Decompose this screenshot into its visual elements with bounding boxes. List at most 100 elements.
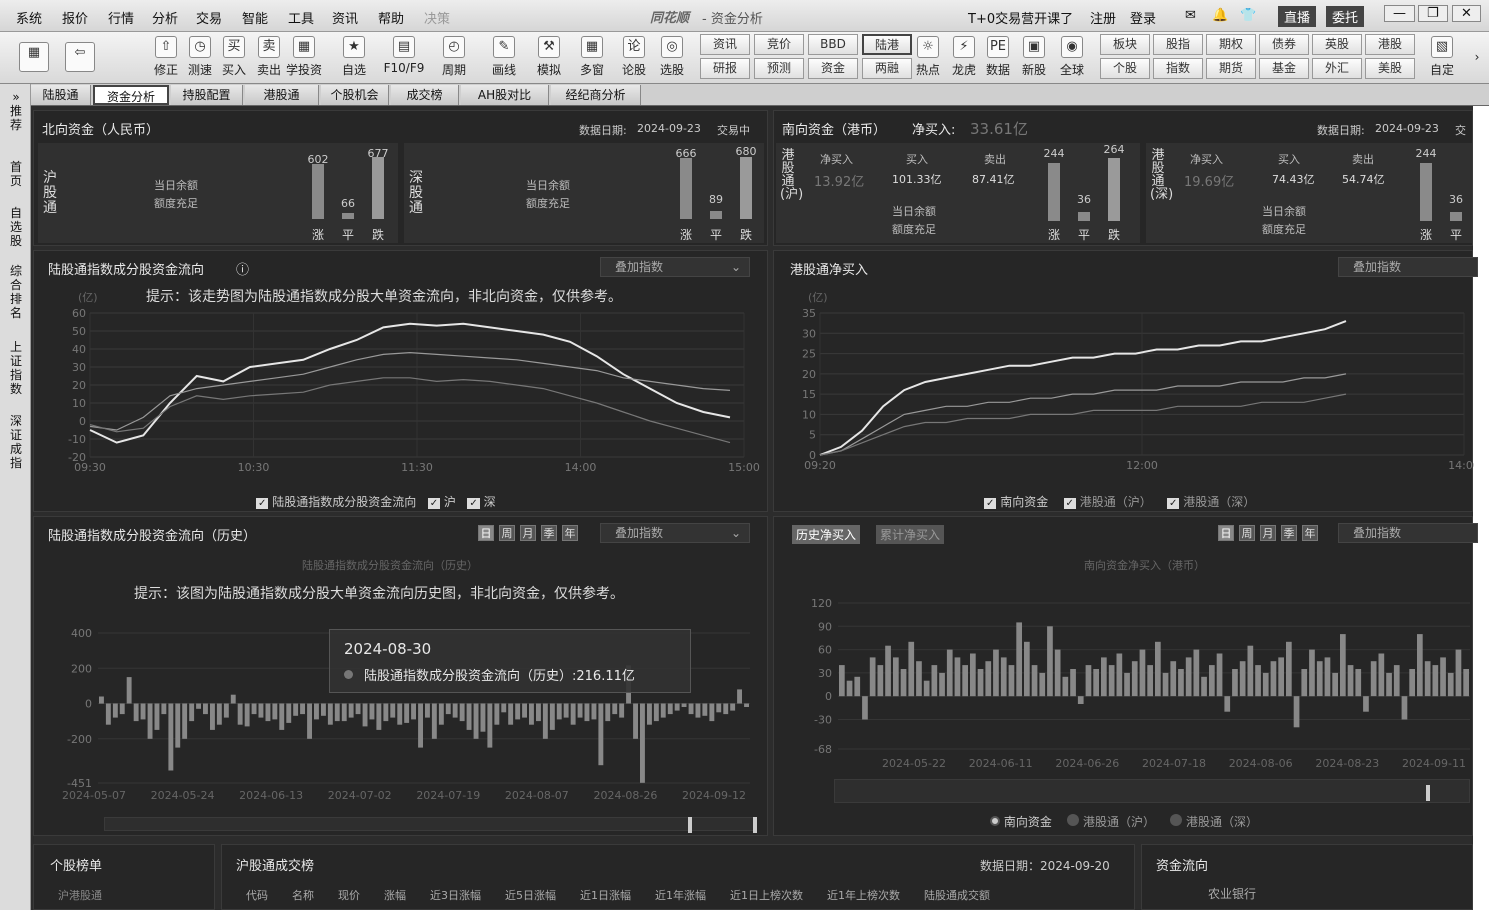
table-column-header[interactable]: 名称 — [292, 889, 314, 902]
toolbar-small-button[interactable]: 竞价 — [754, 34, 804, 55]
promo-link[interactable]: T+0交易营开课了 — [968, 8, 1073, 27]
chart4-zoom-slider[interactable] — [834, 779, 1470, 803]
toolbar-button[interactable]: ▦ 多窗 — [570, 34, 614, 82]
table-column-header[interactable]: 现价 — [338, 889, 360, 902]
toolbar-small-button[interactable]: 预测 — [754, 58, 804, 79]
table-column-header[interactable]: 陆股通成交额 — [924, 889, 990, 902]
toolbar-small-button[interactable]: 英股 — [1312, 34, 1362, 55]
layout-icon[interactable]: ▦ — [18, 34, 50, 82]
toolbar-button[interactable]: ◉ 全球 — [1052, 34, 1092, 82]
toolbar-button[interactable]: ★ 自选 — [332, 34, 376, 82]
toolbar-button[interactable]: ⚒ 模拟 — [527, 34, 571, 82]
checkbox[interactable]: ✓ — [984, 498, 997, 509]
table-column-header[interactable]: 近3日涨幅 — [430, 889, 481, 902]
sidebar-item[interactable]: 首页 — [8, 160, 24, 188]
toolbar-button[interactable]: ▦ 学投资 — [282, 34, 326, 82]
checkbox[interactable]: ✓ — [1167, 498, 1180, 509]
table-column-header[interactable]: 近1日涨幅 — [580, 889, 631, 902]
restore-button[interactable]: ❐ — [1418, 5, 1448, 22]
slider-handle-left[interactable] — [688, 817, 692, 833]
tab-item[interactable]: 经纪商分析 — [551, 85, 641, 105]
tab-item[interactable]: 资金分析 — [93, 85, 169, 105]
checkbox[interactable]: ✓ — [256, 498, 269, 509]
tab-item[interactable]: 持股配置 — [171, 85, 243, 105]
toolbar-small-button[interactable]: 美股 — [1365, 58, 1415, 79]
toolbar-button[interactable]: ▤ F10/F9 — [382, 34, 426, 82]
toolbar-button[interactable]: ◎ 选股 — [650, 34, 694, 82]
toolbar-small-button[interactable]: BBD — [808, 34, 858, 55]
menu-item[interactable]: 行情 — [108, 8, 134, 27]
menu-item[interactable]: 报价 — [62, 8, 88, 27]
slider-handle-right[interactable] — [753, 817, 757, 833]
toolbar-small-button[interactable]: 指数 — [1153, 58, 1203, 79]
checkbox[interactable]: ✓ — [427, 498, 441, 509]
menu-item[interactable]: 帮助 — [378, 8, 404, 27]
toolbar-small-button[interactable]: 研报 — [700, 58, 750, 79]
rank-subtitle[interactable]: 沪港股通 — [58, 887, 102, 903]
toolbar-small-button[interactable]: 陆港 — [862, 34, 912, 55]
toolbar-small-button[interactable]: 资讯 — [700, 34, 750, 55]
tab-item[interactable]: 港股通 — [245, 85, 319, 105]
sidebar-item[interactable]: 深证成指 — [8, 414, 24, 470]
checkbox[interactable]: ✓ — [1063, 498, 1076, 509]
register-link[interactable]: 注册 — [1090, 8, 1116, 27]
toolbar-button[interactable]: ◴ 周期 — [432, 34, 476, 82]
toolbar-button[interactable]: ✎ 画线 — [482, 34, 526, 82]
menu-item[interactable]: 智能 — [242, 8, 268, 27]
table-column-header[interactable]: 近5日涨幅 — [505, 889, 556, 902]
toolbar-button[interactable]: PE 数据 — [978, 34, 1018, 82]
radio[interactable] — [1067, 814, 1080, 826]
sidebar-expand-icon[interactable]: » — [8, 90, 24, 104]
checkbox[interactable]: ✓ — [467, 498, 480, 509]
sidebar-item[interactable]: 推荐 — [8, 104, 24, 132]
tab-item[interactable]: 陆股通 — [31, 85, 91, 105]
flow-item[interactable]: 农业银行 — [1208, 885, 1256, 902]
login-link[interactable]: 登录 — [1130, 8, 1156, 27]
radio-selected[interactable] — [990, 816, 1000, 826]
table-column-header[interactable]: 近1日上榜次数 — [730, 889, 803, 902]
sidebar-item[interactable]: 自选股 — [8, 206, 24, 248]
toolbar-small-button[interactable]: 外汇 — [1312, 58, 1362, 79]
toolbar-small-button[interactable]: 资金 — [808, 58, 858, 79]
menu-item[interactable]: 决策 — [424, 8, 450, 27]
bell-icon[interactable]: 🔔 — [1212, 8, 1228, 23]
table-column-header[interactable]: 近1年上榜次数 — [827, 889, 900, 902]
toolbar-small-button[interactable]: 债券 — [1259, 34, 1309, 55]
slider-handle[interactable] — [1426, 785, 1430, 801]
table-column-header[interactable]: 代码 — [246, 889, 268, 902]
delegate-button[interactable]: 委托 — [1326, 6, 1365, 27]
sidebar-item[interactable]: 上证指数 — [8, 340, 24, 396]
menu-item[interactable]: 资讯 — [332, 8, 358, 27]
minimize-button[interactable]: — — [1384, 5, 1415, 22]
x-tick-label: 2024-06-11 — [969, 757, 1033, 770]
chart3-zoom-slider[interactable] — [104, 817, 754, 831]
sidebar-item[interactable]: 综合排名 — [8, 264, 24, 320]
toolbar-button[interactable]: ☼ 热点 — [908, 34, 948, 82]
menu-item[interactable]: 交易 — [196, 8, 222, 27]
close-button[interactable]: ✕ — [1452, 5, 1481, 22]
table-column-header[interactable]: 近1年涨幅 — [655, 889, 706, 902]
toolbar-small-button[interactable]: 板块 — [1100, 34, 1150, 55]
toolbar-small-button[interactable]: 期货 — [1206, 58, 1256, 79]
menu-item[interactable]: 分析 — [152, 8, 178, 27]
table-column-header[interactable]: 涨幅 — [384, 889, 406, 902]
back-icon[interactable]: ⇦ — [62, 34, 98, 82]
toolbar-small-button[interactable]: 港股 — [1365, 34, 1415, 55]
radio[interactable] — [1170, 814, 1183, 826]
live-button[interactable]: 直播 — [1278, 6, 1317, 27]
toolbar-small-button[interactable]: 两融 — [862, 58, 912, 79]
menu-item[interactable]: 系统 — [16, 8, 42, 27]
toolbar-small-button[interactable]: 个股 — [1100, 58, 1150, 79]
tab-item[interactable]: AH股对比 — [461, 85, 549, 105]
toolbar-small-button[interactable]: 期权 — [1206, 34, 1256, 55]
mail-icon[interactable]: ✉ — [1185, 8, 1196, 23]
custom-button[interactable]: ▧ 自定 — [1420, 34, 1464, 82]
toolbar-label: F10/F9 — [383, 61, 425, 75]
toolbar-button[interactable]: ▣ 新股 — [1014, 34, 1054, 82]
tab-item[interactable]: 个股机会 — [321, 85, 389, 105]
toolbar-small-button[interactable]: 股指 — [1153, 34, 1203, 55]
tab-item[interactable]: 成交榜 — [391, 85, 459, 105]
toolbar-small-button[interactable]: 基金 — [1259, 58, 1309, 79]
menu-item[interactable]: 工具 — [288, 8, 314, 27]
shirt-icon[interactable]: 👕 — [1240, 8, 1256, 23]
